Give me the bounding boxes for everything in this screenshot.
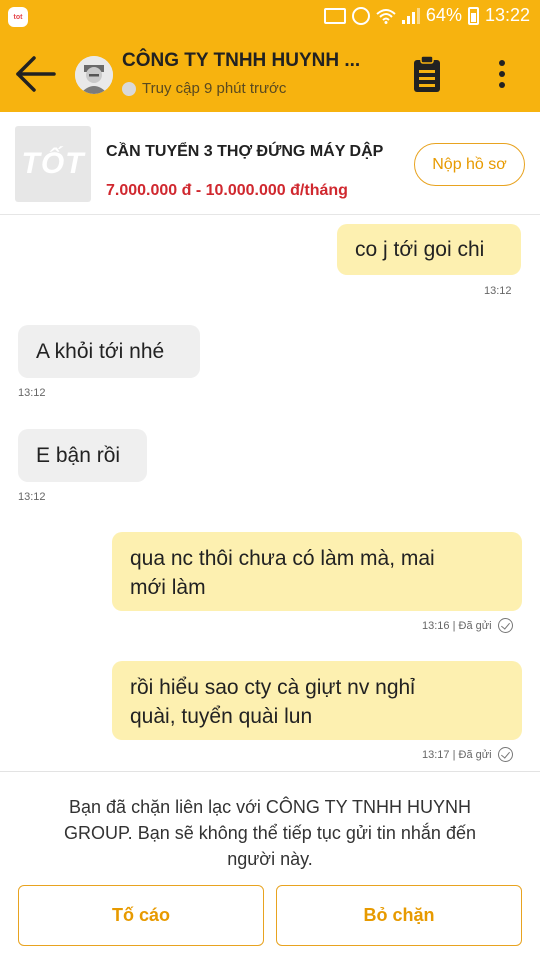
status-bar: tot 64% 13:22 bbox=[0, 0, 540, 36]
message-time: 13:12 bbox=[18, 491, 46, 503]
battery-icon bbox=[467, 6, 479, 25]
signal-icon bbox=[401, 7, 420, 24]
message-meta: 13:17 | Đã gửi bbox=[422, 747, 513, 762]
wifi-icon bbox=[376, 8, 396, 24]
job-salary: 7.000.000 đ - 10.000.000 đ/tháng bbox=[106, 182, 348, 199]
check-circle-icon bbox=[497, 618, 513, 633]
alarm-icon bbox=[351, 6, 370, 25]
presence-status: Truy cập 9 phút trước bbox=[122, 80, 286, 97]
message-bubble-outgoing[interactable]: co j tới goi chi bbox=[337, 224, 521, 275]
message-text: A khỏi tới nhé bbox=[36, 340, 165, 363]
message-meta: 13:16 | Đã gửi bbox=[422, 618, 513, 633]
company-logo: TỐT bbox=[15, 126, 91, 202]
message-time: 13:17 | Đã gửi bbox=[422, 748, 492, 761]
message-time: 13:12 bbox=[18, 387, 46, 399]
message-text-line: qua nc thôi chưa có làm mà, mai bbox=[130, 547, 435, 570]
apply-button[interactable]: Nộp hồ sơ bbox=[414, 143, 525, 186]
message-text-line: mới làm bbox=[130, 576, 206, 599]
chat-header: CÔNG TY TNHH HUYNH ... Truy cập 9 phút t… bbox=[0, 36, 540, 112]
clock: 13:22 bbox=[484, 5, 530, 25]
clipboard-icon[interactable] bbox=[410, 54, 444, 94]
message-text-line: quài, tuyển quài lun bbox=[130, 705, 313, 728]
message-bubble-incoming[interactable]: A khỏi tới nhé bbox=[18, 325, 200, 378]
message-bubble-incoming[interactable]: E bận rồi bbox=[18, 429, 147, 482]
job-title: CẦN TUYỂN 3 THỢ ĐỨNG MÁY DẬP bbox=[106, 143, 384, 160]
back-arrow-icon[interactable] bbox=[14, 54, 58, 94]
person-avatar-icon bbox=[75, 56, 113, 94]
avatar[interactable] bbox=[75, 56, 113, 94]
message-text: E bận rồi bbox=[36, 444, 121, 467]
chat-messages[interactable]: co j tới goi chi 13:12 A khỏi tới nhé 13… bbox=[0, 215, 540, 771]
more-vertical-icon[interactable] bbox=[488, 54, 516, 94]
presence-dot-icon bbox=[122, 81, 136, 96]
battery-percent: 64% bbox=[425, 5, 462, 25]
message-text-line: rồi hiểu sao cty cà giựt nv nghỉ bbox=[130, 676, 415, 699]
message-bubble-outgoing[interactable]: qua nc thôi chưa có làm mà, mai mới làm bbox=[112, 532, 522, 611]
message-text: co j tới goi chi bbox=[355, 238, 485, 261]
message-time: 13:16 | Đã gửi bbox=[422, 619, 492, 632]
report-button[interactable]: Tố cáo bbox=[18, 885, 264, 946]
job-card[interactable]: TỐT CẦN TUYỂN 3 THỢ ĐỨNG MÁY DẬP 7.000.0… bbox=[0, 112, 540, 215]
presence-text: Truy cập 9 phút trước bbox=[142, 80, 287, 97]
message-bubble-outgoing[interactable]: rồi hiểu sao cty cà giựt nv nghỉ quài, t… bbox=[112, 661, 522, 740]
blocked-message: Bạn đã chặn liên lạc với CÔNG TY TNHH HU… bbox=[64, 797, 476, 869]
blocked-notice: Bạn đã chặn liên lạc với CÔNG TY TNHH HU… bbox=[0, 771, 540, 960]
unblock-button[interactable]: Bỏ chặn bbox=[276, 885, 522, 946]
chat-title[interactable]: CÔNG TY TNHH HUYNH ... bbox=[122, 50, 360, 72]
check-circle-icon bbox=[497, 747, 513, 762]
app-notification-icon: tot bbox=[8, 7, 28, 27]
message-time: 13:12 bbox=[484, 285, 512, 297]
cast-icon bbox=[323, 7, 346, 24]
